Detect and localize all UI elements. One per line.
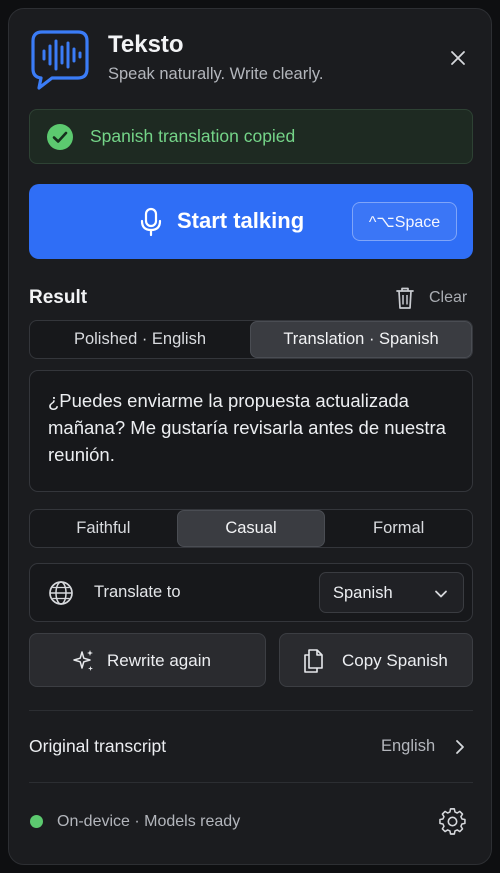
app-subtitle: Speak naturally. Write clearly.	[108, 65, 324, 83]
close-icon	[451, 51, 465, 65]
tab-translation-spanish[interactable]: Translation · Spanish	[250, 321, 472, 358]
status-dot	[30, 815, 43, 828]
copied-toast: Spanish translation copied	[29, 109, 473, 164]
tone-selector: Faithful Casual Formal	[29, 509, 473, 548]
tone-casual[interactable]: Casual	[176, 510, 326, 547]
copy-spanish-label: Copy Spanish	[342, 651, 448, 670]
check-circle-icon	[47, 123, 73, 150]
start-talking-label: Start talking	[177, 208, 305, 233]
chevron-down-icon	[435, 590, 447, 598]
close-button[interactable]	[445, 45, 471, 71]
status-text: On-device · Models ready	[57, 813, 241, 830]
tone-faithful[interactable]: Faithful	[30, 510, 177, 547]
teksto-panel: Teksto Speak naturally. Write clearly. S…	[8, 8, 492, 865]
translate-to-label: Translate to	[94, 583, 181, 601]
start-talking-button[interactable]: Start talking ^⌥Space	[29, 184, 473, 259]
app-title: Teksto	[108, 31, 184, 58]
tab-polished-english[interactable]: Polished · English	[30, 321, 250, 358]
target-language-select[interactable]: Spanish	[319, 572, 464, 613]
chevron-right-icon	[456, 740, 464, 754]
original-language: English	[381, 737, 436, 755]
divider	[29, 710, 473, 711]
copy-spanish-button[interactable]: Copy Spanish	[279, 633, 473, 687]
tone-formal[interactable]: Formal	[325, 510, 472, 547]
result-text[interactable]: ¿Puedes enviarme la propuesta actualizad…	[29, 370, 473, 492]
microphone-icon	[140, 207, 162, 237]
sparkle-icon	[73, 650, 93, 671]
original-transcript-row[interactable]: Original transcript English	[29, 727, 473, 767]
clear-label: Clear	[429, 289, 468, 306]
translate-to-row: Translate to Spanish	[29, 563, 473, 622]
toast-message: Spanish translation copied	[90, 126, 296, 146]
gear-icon[interactable]	[439, 808, 467, 836]
result-heading: Result	[29, 287, 88, 308]
trash-icon	[396, 287, 414, 309]
clear-button[interactable]: Clear	[395, 285, 467, 311]
globe-icon	[49, 581, 73, 605]
copy-document-icon	[304, 649, 323, 673]
original-transcript-label: Original transcript	[29, 736, 167, 756]
keyboard-shortcut-badge: ^⌥Space	[352, 202, 457, 241]
divider	[29, 782, 473, 783]
result-mode-tabs: Polished · English Translation · Spanish	[29, 320, 473, 359]
rewrite-again-button[interactable]: Rewrite again	[29, 633, 266, 687]
rewrite-again-label: Rewrite again	[107, 651, 211, 670]
target-language-value: Spanish	[333, 584, 393, 602]
app-logo-icon	[31, 30, 89, 90]
